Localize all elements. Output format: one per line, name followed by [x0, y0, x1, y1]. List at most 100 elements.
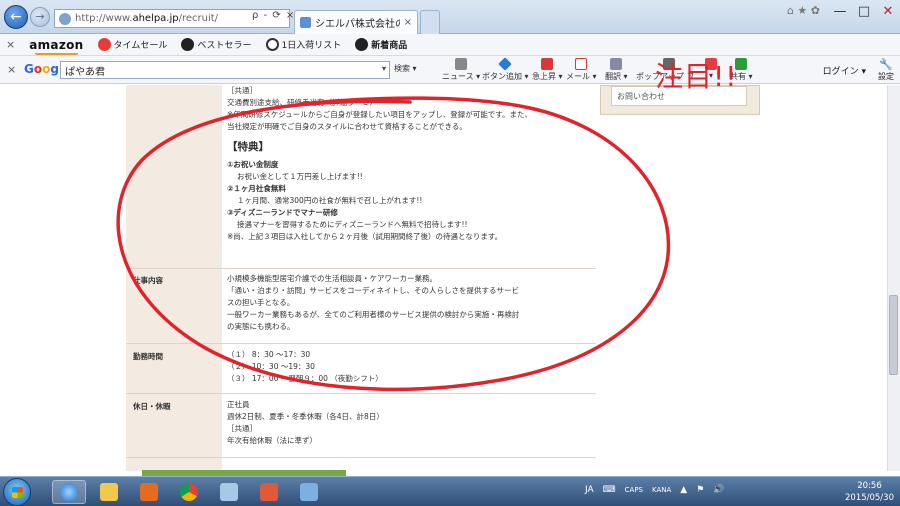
benefit-desc: お祝い金として１万円差し上げます!!	[237, 172, 363, 181]
tool-trending[interactable]: 急上昇 ▾	[532, 58, 563, 82]
tray-kana[interactable]: KANA	[652, 486, 671, 495]
browser-tab-active[interactable]: シエルパ株式会社の求人... ×	[294, 10, 418, 34]
paint-icon	[260, 483, 278, 501]
bookmark-timesale[interactable]: タイムセール	[97, 38, 167, 51]
google-toolbar: × Google ぱやあ君▾ 検索 ▾ ニュース ▾ ボタン追加 ▾ 急上昇 ▾…	[0, 56, 900, 84]
diamond-icon	[498, 57, 513, 71]
holiday-line: 年次有給休暇（法に準ず）	[227, 436, 317, 445]
home-star-gear-icons[interactable]: ⌂ ★ ✿	[787, 4, 820, 19]
hours-line: （３） 17：00 ～翌朝９：00 （夜勤シフト）	[227, 374, 383, 383]
trending-arrow-icon	[541, 58, 554, 70]
keyboard-icon[interactable]: ⌨	[603, 485, 616, 495]
job-line: 一般ワーカー業務もあるが、全てのご利用者様のサービス提供の検討から実施・再検討	[227, 310, 520, 319]
tool-add-button[interactable]: ボタン追加 ▾	[482, 57, 529, 82]
forward-button[interactable]: →	[30, 7, 50, 27]
working-hours: （１） 8：30 ～17：30 （２） 10：30 ～19：30 （３） 17：…	[227, 349, 587, 385]
close-window-icon[interactable]: ✕	[880, 4, 896, 19]
taskbar-ie[interactable]	[52, 480, 86, 504]
search-dropdown-icon[interactable]: ▾	[382, 64, 386, 73]
taskbar-tool[interactable]	[292, 480, 326, 504]
wrench-icon: 🔧	[879, 58, 893, 71]
tab-title: シエルパ株式会社の求人...	[315, 19, 400, 30]
google-search-input[interactable]: ぱやあ君 ▾	[60, 61, 390, 79]
benefit-desc: 接遇マナーを習得するためにディズニーランドへ無料で招待します!!	[237, 220, 468, 229]
hours-line: （１） 8：30 ～17：30	[227, 350, 311, 359]
minimize-icon[interactable]: —	[832, 4, 848, 19]
tool-mail[interactable]: メール ▾	[566, 58, 597, 82]
maximize-icon[interactable]: □	[856, 4, 872, 19]
tool-translate[interactable]: 翻訳 ▾	[605, 58, 628, 82]
job-description: 小規模多機能型居宅介護での生活相談員・ケアワーカー業務。 「通い・泊まり・訪問」…	[227, 273, 587, 333]
page-content: お問い合わせ ［共通］ 交通費別途支給、研修手当有（詳細ウ・ミ） ※年間研修スケ…	[0, 85, 900, 471]
flag-icon[interactable]: ⚑	[696, 485, 704, 495]
media-player-icon	[140, 483, 158, 501]
attention-annotation: 注目!!	[655, 60, 738, 93]
folder-icon	[100, 483, 118, 501]
back-button[interactable]: ←	[4, 5, 28, 29]
translate-icon	[610, 58, 623, 70]
taskbar-chrome[interactable]	[172, 480, 206, 504]
benefit-title: ②１ヶ月社食無料	[227, 184, 286, 193]
bookmark-newarrivals[interactable]: 1日入荷リスト	[265, 38, 341, 51]
row-label-job: 仕事内容	[133, 276, 163, 285]
vertical-scrollbar[interactable]	[887, 85, 900, 471]
address-tools-icons[interactable]: ρ - ⟳ ×	[252, 10, 295, 21]
job-line: 「通い・泊まり・訪問」サービスをコーディネイトし、その人らしさを提供するサービ	[227, 286, 519, 295]
benefit-desc: １ヶ月間、通常300円の社食が無料で召し上がれます!!	[237, 196, 423, 205]
start-button[interactable]	[3, 478, 31, 506]
job-line: 小規模多機能型居宅介護での生活相談員・ケアワーカー業務。	[227, 274, 437, 283]
intro-line: ［共通］	[227, 86, 257, 95]
bookmark-newitems[interactable]: 新着商品	[355, 38, 407, 51]
tray-expand-icon[interactable]: ▲	[680, 485, 687, 495]
tray-lang[interactable]: JA	[585, 485, 594, 495]
chrome-icon	[180, 483, 198, 501]
tool-search[interactable]: 検索 ▾	[394, 63, 417, 74]
taskbar-paint[interactable]	[252, 480, 286, 504]
row-divider	[126, 343, 596, 344]
new-tab-button[interactable]	[420, 10, 440, 34]
system-tray: JA ⌨ CAPS KANA ▲ ⚑ 🔊	[585, 485, 725, 495]
tab-favicon-icon	[300, 17, 311, 28]
row-label-holidays: 休日・休暇	[133, 402, 171, 411]
taskbar-explorer[interactable]	[92, 480, 126, 504]
gmail-icon	[575, 58, 588, 70]
site-globe-icon	[59, 12, 71, 25]
bookmarks-toolbar: × amazon タイムセール ベストセラー 1日入荷リスト 新着商品	[0, 34, 900, 56]
volume-icon[interactable]: 🔊	[713, 485, 724, 495]
google-toolbar-close-icon[interactable]: ×	[7, 63, 16, 76]
intro-line: 交通費別途支給、研修手当有（詳細ウ・ミ）	[227, 98, 377, 107]
intro-line: ※年間研修スケジュールからご自身が登録したい項目をアップし、登録が可能です。また…	[227, 110, 533, 119]
forward-arrow-icon: →	[35, 10, 45, 23]
row-divider	[126, 457, 596, 458]
tab-close-icon[interactable]: ×	[404, 17, 412, 28]
holiday-line: ［共通］	[227, 424, 257, 433]
plus-circle-icon	[265, 38, 279, 51]
toolbar-close-icon[interactable]: ×	[6, 38, 15, 51]
tray-caps[interactable]: CAPS	[625, 486, 643, 495]
timesale-icon	[97, 38, 111, 51]
holiday-line: 正社員	[227, 400, 250, 409]
holidays: 正社員 週休2日制、夏季・冬季休暇（各4日、計8日） ［共通］ 年次有給休暇（法…	[227, 399, 587, 447]
hours-line: （２） 10：30 ～19：30	[227, 362, 315, 371]
conditions-section: ［共通］ 交通費別途支給、研修手当有（詳細ウ・ミ） ※年間研修スケジュールからご…	[227, 85, 587, 243]
bookmark-bestseller[interactable]: ベストセラー	[181, 38, 252, 51]
benefits-heading: 【特典】	[227, 141, 269, 153]
taskbar-media[interactable]	[132, 480, 166, 504]
newitems-icon	[355, 38, 369, 51]
window-controls: ⌂ ★ ✿ — □ ✕	[787, 4, 896, 19]
row-label-hours: 勤務時間	[133, 352, 163, 361]
settings-button[interactable]: 🔧 設定	[878, 58, 894, 82]
taskbar-app[interactable]	[212, 480, 246, 504]
browser-titlebar: ← → http://www.ahelpa.jp/recruit/ ρ - ⟳ …	[0, 0, 900, 34]
holiday-line: 週休2日制、夏季・冬季休暇（各4日、計8日）	[227, 412, 384, 421]
tool-icon	[300, 483, 318, 501]
benefit-title: ③ディズニーランドでマナー研修	[227, 208, 338, 217]
clock-time: 20:56	[857, 481, 882, 491]
scrollbar-thumb[interactable]	[889, 295, 898, 375]
amazon-logo[interactable]: amazon	[29, 38, 83, 55]
tool-news[interactable]: ニュース ▾	[442, 58, 480, 82]
taskbar-clock[interactable]: 20:56 2015/05/30	[845, 480, 894, 504]
benefits-note: ※尚、上記３項目は入社してから２ヶ月後（試用期間終了後）の待遇となります。	[227, 232, 503, 241]
login-button[interactable]: ログイン ▾	[823, 64, 866, 77]
row-divider	[126, 268, 596, 269]
